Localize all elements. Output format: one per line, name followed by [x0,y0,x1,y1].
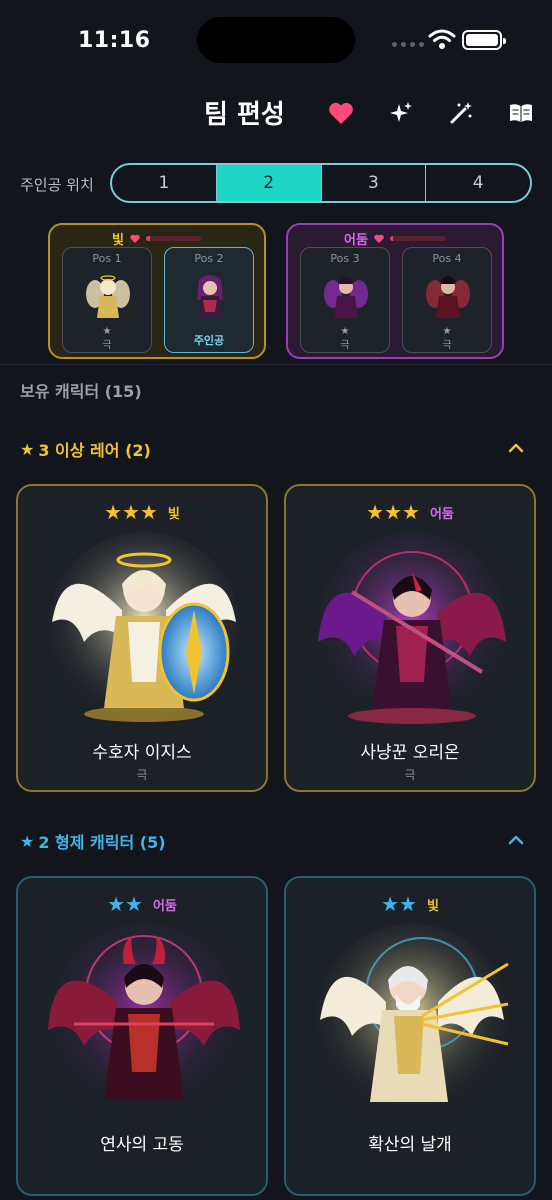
team-attribute: 빛 [112,233,124,248]
team-dark-panel: 어둠 Pos 3 ★ 극 Pos 4 ★ 극 [286,223,504,359]
team-hp-fill [145,236,151,241]
star-icon: ★ [20,439,35,459]
team-slot-pos2[interactable]: Pos 2 주인공 [164,247,254,353]
card-attribute: 빛 [426,898,439,914]
character-art [48,532,240,724]
character-portrait [197,275,223,318]
divider [0,364,552,365]
page-title: 팀 편성 [204,100,285,130]
position-option-2[interactable]: 2 [216,165,322,201]
character-card[interactable]: ★★★ 빛 수호자 이지스 극 [16,484,268,792]
section-header-brothers[interactable]: ★ 2 형제 캐릭터 (5) [20,829,166,853]
slot-title: Pos 3 [330,252,360,265]
owned-characters-label: 보유 캐릭터 (15) [20,382,142,401]
character-art [316,532,508,724]
book-icon[interactable] [508,100,534,126]
status-time: 11:16 [78,28,151,53]
team-slot-pos3[interactable]: Pos 3 ★ 극 [300,247,390,353]
wifi-icon [428,29,456,49]
character-name: 사냥꾼 오리온 [360,743,460,763]
team-light-panel: 빛 Pos 1 ★ 극 Pos 2 주인공 [48,223,266,359]
position-segmented-control: 1 2 3 4 [110,163,532,203]
team-slot-pos4[interactable]: Pos 4 ★ 극 [402,247,492,353]
team-slot-pos1[interactable]: Pos 1 ★ 극 [62,247,152,353]
character-card[interactable]: ★★ 어둠 연사의 고동 [16,876,268,1196]
star-rating: ★★ [107,892,143,916]
card-stars-row: ★★★ 어둠 [286,500,534,524]
position-label: 주인공 위치 [20,176,94,194]
character-portrait [426,276,470,318]
slot-rank: 극 [442,340,452,351]
team-hp-bar [145,236,202,241]
character-art [316,924,509,1116]
star-icon: ★ [20,831,35,851]
section-title: 2 형제 캐릭터 (5) [38,833,166,852]
sparkles-icon[interactable] [388,100,414,126]
star-rating: ★★★ [366,500,420,524]
slot-rank: 극 [102,340,112,351]
card-attribute: 빛 [167,506,180,522]
card-stars-row: ★★★ 빛 [18,500,266,524]
dynamic-island [197,17,355,63]
slot-title: Pos 4 [432,252,462,265]
team-attribute: 어둠 [344,233,368,248]
battery-icon [462,30,506,50]
character-portrait [86,275,130,318]
position-option-3[interactable]: 3 [322,165,427,201]
position-option-4[interactable]: 4 [426,165,530,201]
heart-icon[interactable] [328,100,354,126]
heart-icon [374,234,384,243]
card-attribute: 어둠 [429,506,454,522]
character-rank: 극 [404,768,416,782]
star-rating: ★★ [381,892,417,916]
chevron-up-icon[interactable] [506,833,526,847]
star-rating: ★★★ [104,500,158,524]
slot-rank: 극 [340,340,350,351]
team-hp-bar [389,236,446,241]
character-name: 연사의 고동 [100,1135,184,1155]
character-rank: 극 [136,768,148,782]
team-light-header: 빛 [50,229,264,248]
status-bar: 11:16 [0,0,552,80]
position-option-1[interactable]: 1 [112,165,217,201]
team-hp-fill [389,236,393,241]
character-name: 수호자 이지스 [92,743,192,763]
character-art [48,924,240,1116]
card-attribute: 어둠 [152,898,177,914]
section-header-rare[interactable]: ★ 3 이상 레어 (2) [20,437,151,461]
character-card[interactable]: ★★ 빛 확산의 날개 [284,876,536,1196]
team-dark-header: 어둠 [288,229,502,248]
magic-wand-icon[interactable] [448,100,474,126]
heart-icon [130,234,140,243]
character-name: 확산의 날개 [368,1135,452,1155]
slot-title: Pos 1 [92,252,122,265]
signal-icon [392,42,424,47]
character-card[interactable]: ★★★ 어둠 사냥꾼 오리온 극 [284,484,536,792]
chevron-up-icon[interactable] [506,441,526,455]
slot-title: Pos 2 [194,252,224,265]
hero-label: 주인공 [193,334,225,347]
card-stars-row: ★★ 빛 [286,892,534,916]
character-portrait [324,277,368,318]
card-stars-row: ★★ 어둠 [18,892,266,916]
section-title: 3 이상 레어 (2) [38,441,151,460]
